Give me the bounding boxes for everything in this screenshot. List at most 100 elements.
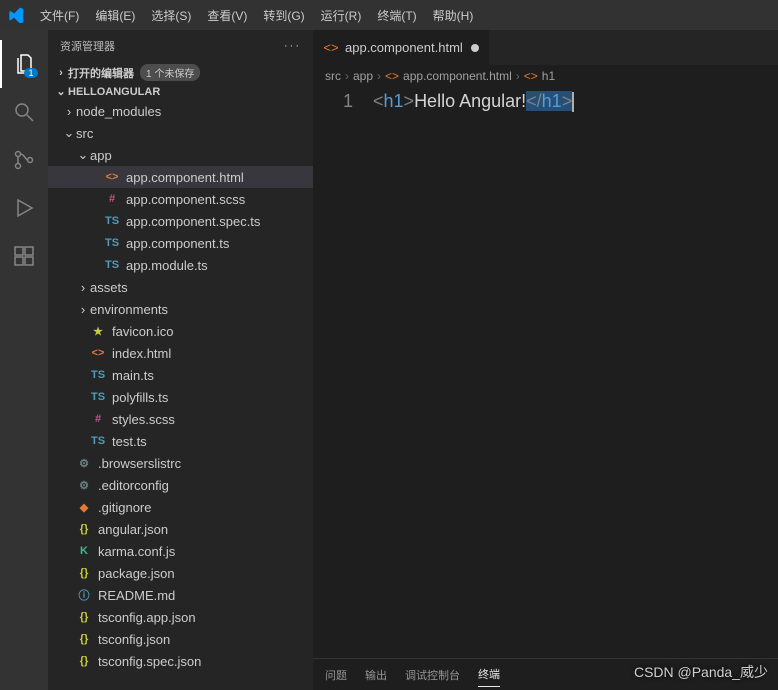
file-karma-conf-js[interactable]: Kkarma.conf.js — [48, 540, 313, 562]
explorer-sidebar: 资源管理器 ··· › 打开的编辑器 1 个未保存 ⌄ HELLOANGULAR… — [48, 30, 313, 690]
chevron-down-icon: ⌄ — [76, 147, 90, 163]
folder-src[interactable]: ⌄src — [48, 122, 313, 144]
project-name: HELLOANGULAR — [68, 86, 160, 98]
html-file-icon: <> — [104, 171, 120, 183]
file-gitignore[interactable]: ◆.gitignore — [48, 496, 313, 518]
unsaved-badge: 1 个未保存 — [140, 64, 200, 81]
file-tree: ›node_modules ⌄src ⌄app <>app.component.… — [48, 100, 313, 690]
file-editorconfig[interactable]: ⚙.editorconfig — [48, 474, 313, 496]
file-app-module-ts[interactable]: TSapp.module.ts — [48, 254, 313, 276]
config-file-icon: ⚙ — [76, 479, 92, 492]
file-app-component-html[interactable]: <>app.component.html — [48, 166, 313, 188]
favicon-file-icon: ★ — [90, 325, 106, 338]
ts-file-icon: TS — [90, 435, 106, 447]
chevron-down-icon: ⌄ — [62, 125, 76, 141]
menu-edit[interactable]: 编辑(E) — [87, 7, 143, 24]
file-polyfills-ts[interactable]: TSpolyfills.ts — [48, 386, 313, 408]
panel-tab-problems[interactable]: 问题 — [325, 663, 347, 687]
breadcrumb-app[interactable]: app — [353, 69, 373, 83]
breadcrumbs[interactable]: src› app› <> app.component.html› <> h1 — [313, 65, 778, 87]
file-tsconfig-spec-json[interactable]: {}tsconfig.spec.json — [48, 650, 313, 672]
chevron-right-icon: › — [54, 67, 68, 79]
json-file-icon: {} — [76, 633, 92, 645]
vscode-logo-icon — [8, 7, 24, 23]
html-file-icon: <> — [385, 69, 399, 83]
activity-bar: 1 — [0, 30, 48, 690]
editor-tabs: <> app.component.html — [313, 30, 778, 65]
panel-tab-output[interactable]: 输出 — [365, 663, 387, 687]
menu-view[interactable]: 查看(V) — [199, 7, 255, 24]
activity-explorer[interactable]: 1 — [0, 40, 48, 88]
chevron-right-icon: › — [345, 69, 349, 83]
file-favicon-ico[interactable]: ★favicon.ico — [48, 320, 313, 342]
file-main-ts[interactable]: TSmain.ts — [48, 364, 313, 386]
ts-file-icon: TS — [90, 369, 106, 381]
html-file-icon: <> — [323, 40, 339, 55]
file-app-component-scss[interactable]: #app.component.scss — [48, 188, 313, 210]
menu-file[interactable]: 文件(F) — [32, 7, 87, 24]
tab-app-component-html[interactable]: <> app.component.html — [313, 30, 490, 65]
code-line-1[interactable]: <h1>Hello Angular!</h1> — [373, 91, 574, 112]
panel-tab-debug-console[interactable]: 调试控制台 — [405, 663, 460, 687]
file-tsconfig-json[interactable]: {}tsconfig.json — [48, 628, 313, 650]
ts-file-icon: TS — [104, 215, 120, 227]
line-number: 1 — [313, 91, 373, 112]
chevron-right-icon: › — [516, 69, 520, 83]
menu-go[interactable]: 转到(G) — [255, 7, 312, 24]
activity-extensions[interactable] — [0, 232, 48, 280]
panel-tab-terminal[interactable]: 终端 — [478, 662, 500, 687]
folder-environments[interactable]: ›environments — [48, 298, 313, 320]
menu-help[interactable]: 帮助(H) — [425, 7, 482, 24]
activity-scm[interactable] — [0, 136, 48, 184]
file-package-json[interactable]: {}package.json — [48, 562, 313, 584]
menu-terminal[interactable]: 终端(T) — [369, 7, 424, 24]
file-app-component-spec-ts[interactable]: TSapp.component.spec.ts — [48, 210, 313, 232]
file-test-ts[interactable]: TStest.ts — [48, 430, 313, 452]
folder-assets[interactable]: ›assets — [48, 276, 313, 298]
ts-file-icon: TS — [104, 259, 120, 271]
activity-run-debug[interactable] — [0, 184, 48, 232]
json-file-icon: {} — [76, 567, 92, 579]
text-cursor — [572, 92, 574, 112]
dirty-indicator-icon — [471, 44, 479, 52]
ts-file-icon: TS — [104, 237, 120, 249]
folder-app[interactable]: ⌄app — [48, 144, 313, 166]
breadcrumb-symbol[interactable]: h1 — [542, 69, 555, 83]
file-app-component-ts[interactable]: TSapp.component.ts — [48, 232, 313, 254]
bottom-panel: 问题 输出 调试控制台 终端 — [313, 658, 778, 690]
file-angular-json[interactable]: {}angular.json — [48, 518, 313, 540]
menu-run[interactable]: 运行(R) — [313, 7, 370, 24]
json-file-icon: {} — [76, 655, 92, 667]
ts-file-icon: TS — [90, 391, 106, 403]
info-file-icon: ⓘ — [76, 587, 92, 603]
code-editor[interactable]: 1 <h1>Hello Angular!</h1> — [313, 87, 778, 112]
project-section[interactable]: ⌄ HELLOANGULAR — [48, 83, 313, 100]
chevron-right-icon: › — [377, 69, 381, 83]
folder-node-modules[interactable]: ›node_modules — [48, 100, 313, 122]
file-readme-md[interactable]: ⓘREADME.md — [48, 584, 313, 606]
chevron-right-icon: › — [76, 302, 90, 317]
scss-file-icon: # — [104, 193, 120, 205]
sidebar-more-icon[interactable]: ··· — [284, 40, 301, 52]
chevron-down-icon: ⌄ — [54, 85, 68, 98]
breadcrumb-src[interactable]: src — [325, 69, 341, 83]
open-editors-section[interactable]: › 打开的编辑器 1 个未保存 — [48, 62, 313, 83]
menu-selection[interactable]: 选择(S) — [143, 7, 199, 24]
chevron-right-icon: › — [76, 280, 90, 295]
file-index-html[interactable]: <>index.html — [48, 342, 313, 364]
html-file-icon: <> — [90, 347, 106, 359]
config-file-icon: ⚙ — [76, 457, 92, 470]
breadcrumb-file[interactable]: app.component.html — [403, 69, 512, 83]
editor-area: <> app.component.html src › app › <> app.c… — [313, 30, 778, 690]
activity-search[interactable] — [0, 88, 48, 136]
file-styles-scss[interactable]: #styles.scss — [48, 408, 313, 430]
file-browserslistrc[interactable]: ⚙.browserslistrc — [48, 452, 313, 474]
file-tsconfig-app-json[interactable]: {}tsconfig.app.json — [48, 606, 313, 628]
sidebar-title: 资源管理器 — [60, 38, 115, 54]
json-file-icon: {} — [76, 523, 92, 535]
menubar: 文件(F) 编辑(E) 选择(S) 查看(V) 转到(G) 运行(R) 终端(T… — [0, 0, 778, 30]
karma-file-icon: K — [76, 545, 92, 557]
scss-file-icon: # — [90, 413, 106, 425]
open-editors-label: 打开的编辑器 — [68, 65, 134, 81]
tab-label: app.component.html — [345, 40, 463, 55]
